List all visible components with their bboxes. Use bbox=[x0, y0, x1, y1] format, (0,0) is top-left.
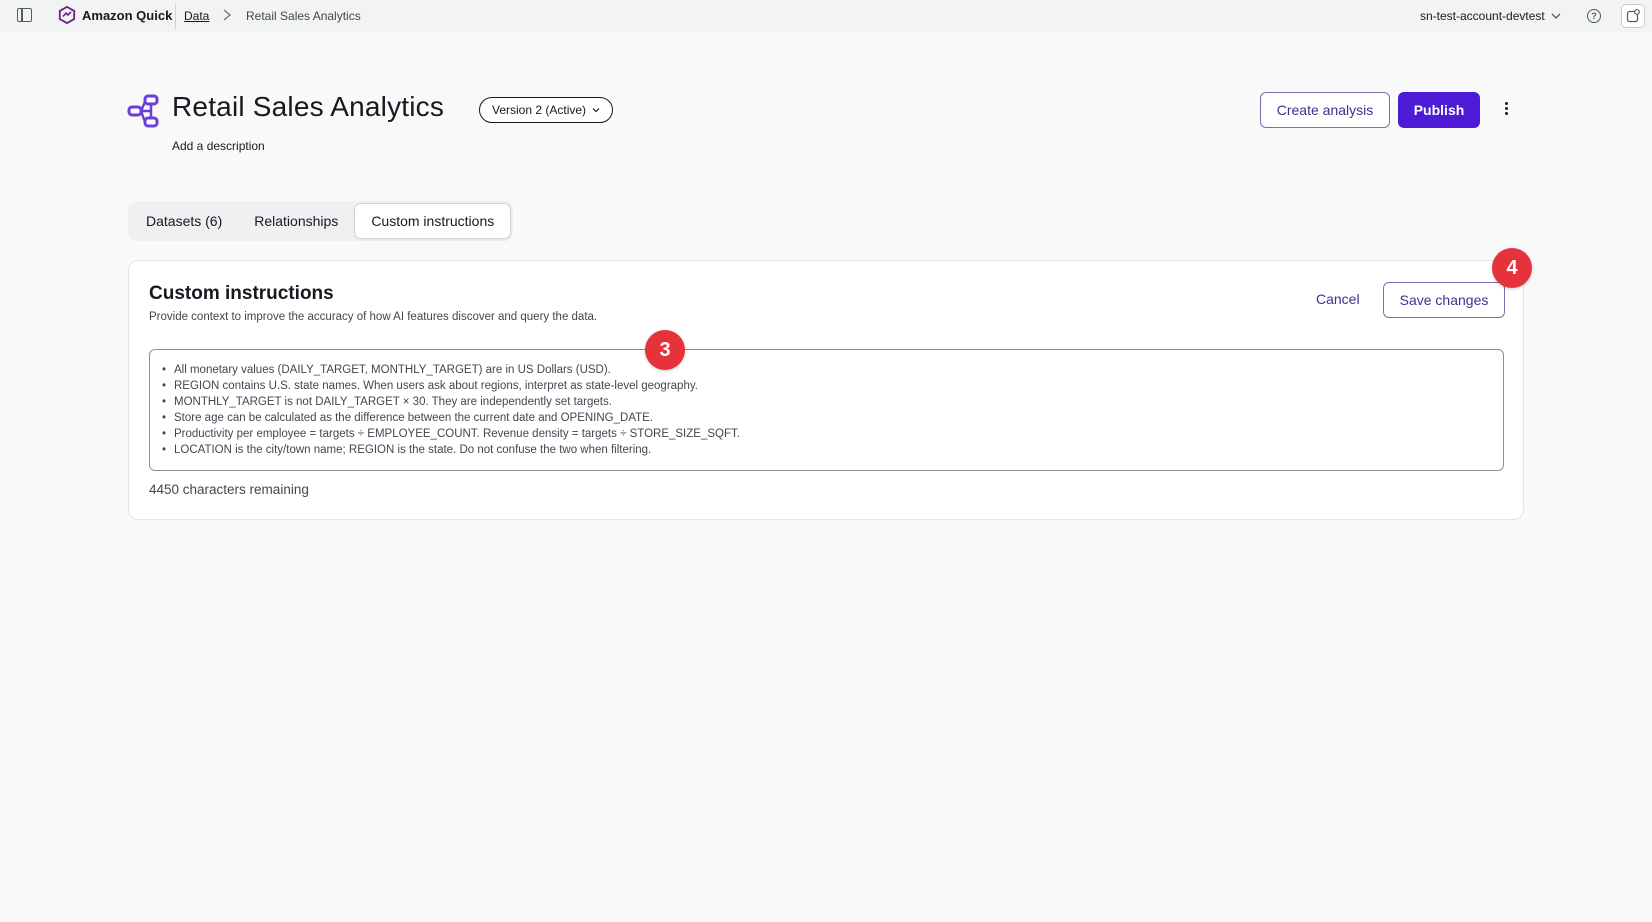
card-title: Custom instructions bbox=[149, 283, 334, 304]
tab-custom-instructions[interactable]: Custom instructions bbox=[354, 203, 512, 239]
chevron-right-icon bbox=[223, 9, 232, 21]
divider bbox=[175, 4, 176, 30]
notifications-button[interactable] bbox=[1621, 4, 1645, 28]
help-icon[interactable]: ? bbox=[1587, 9, 1601, 23]
instruction-item: All monetary values (DAILY_TARGET, MONTH… bbox=[162, 362, 1491, 378]
more-options-icon[interactable] bbox=[1498, 100, 1514, 120]
notification-icon bbox=[1626, 9, 1640, 23]
save-changes-button[interactable]: Save changes bbox=[1383, 282, 1505, 318]
add-description-link[interactable]: Add a description bbox=[172, 139, 265, 153]
instruction-item: Productivity per employee = targets ÷ EM… bbox=[162, 426, 1491, 442]
brand[interactable]: Amazon Quick bbox=[58, 6, 172, 24]
create-analysis-button[interactable]: Create analysis bbox=[1260, 92, 1390, 128]
instructions-textarea[interactable]: All monetary values (DAILY_TARGET, MONTH… bbox=[149, 349, 1504, 471]
instruction-item: MONTHLY_TARGET is not DAILY_TARGET × 30.… bbox=[162, 394, 1491, 410]
cancel-button[interactable]: Cancel bbox=[1316, 291, 1360, 307]
page-title: Retail Sales Analytics bbox=[172, 91, 445, 122]
publish-button[interactable]: Publish bbox=[1398, 92, 1480, 128]
brand-name: Amazon Quick bbox=[82, 7, 173, 23]
step-marker-4: 4 bbox=[1492, 248, 1532, 288]
version-label: Version 2 (Active) bbox=[492, 103, 587, 117]
breadcrumb-current: Retail Sales Analytics bbox=[246, 9, 361, 23]
step-marker-3: 3 bbox=[645, 330, 685, 370]
card-subtitle: Provide context to improve the accuracy … bbox=[149, 311, 598, 323]
account-name: sn-test-account-devtest bbox=[1420, 9, 1545, 23]
custom-instructions-card: Custom instructions Provide context to i… bbox=[128, 260, 1524, 520]
sidebar-toggle-icon[interactable] bbox=[17, 8, 32, 22]
chevron-down-icon bbox=[592, 108, 600, 113]
tab-datasets[interactable]: Datasets (6) bbox=[130, 203, 238, 239]
amazon-quick-logo-icon bbox=[58, 6, 76, 24]
account-menu[interactable]: sn-test-account-devtest bbox=[1420, 9, 1561, 23]
instruction-item: LOCATION is the city/town name; REGION i… bbox=[162, 442, 1491, 458]
tab-relationships[interactable]: Relationships bbox=[238, 203, 354, 239]
breadcrumb-data-link[interactable]: Data bbox=[184, 9, 209, 23]
chevron-down-icon bbox=[1551, 13, 1561, 19]
characters-remaining: 4450 characters remaining bbox=[149, 482, 309, 497]
instruction-item: Store age can be calculated as the diffe… bbox=[162, 410, 1491, 426]
instruction-item: REGION contains U.S. state names. When u… bbox=[162, 378, 1491, 394]
top-bar: Amazon Quick Data Retail Sales Analytics… bbox=[0, 0, 1652, 32]
version-selector[interactable]: Version 2 (Active) bbox=[479, 97, 614, 123]
instructions-list: All monetary values (DAILY_TARGET, MONTH… bbox=[162, 362, 1491, 458]
dataset-topic-icon bbox=[127, 94, 159, 128]
tab-bar: Datasets (6) Relationships Custom instru… bbox=[128, 201, 514, 241]
